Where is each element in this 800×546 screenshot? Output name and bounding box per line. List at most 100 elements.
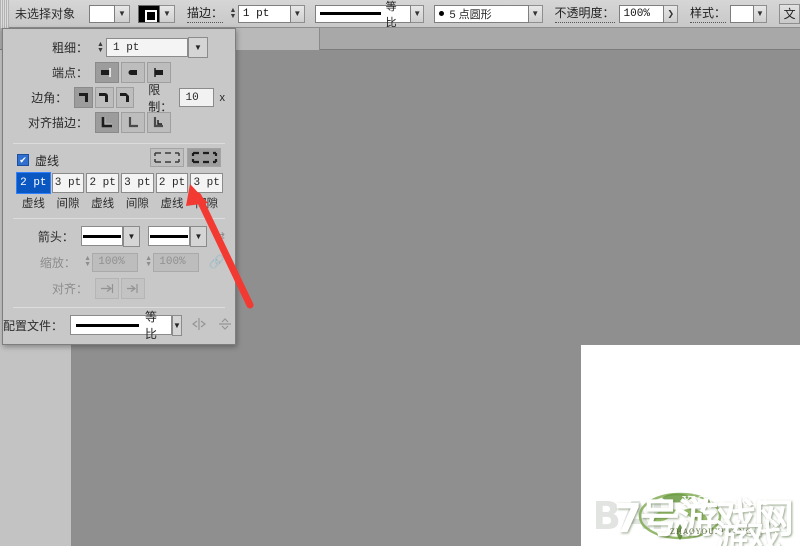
profile-chevron-down-icon[interactable]: ▼ (172, 314, 182, 336)
dash-caption-4: 间隙 (125, 198, 149, 210)
dashed-checkbox[interactable]: ✔ (17, 154, 29, 166)
stroke-weight-stepper-panel[interactable]: ▲ ▼ (95, 39, 106, 57)
stroke-weight-chevron-down-icon[interactable]: ▼ (291, 4, 305, 23)
dash-field-1[interactable]: 2 pt (16, 172, 51, 194)
dashed-label: 虚线 (35, 153, 60, 168)
profile-value: 等比 (145, 310, 158, 341)
align-inside-button[interactable] (121, 112, 145, 133)
dash-caption-6: 间隙 (195, 198, 219, 210)
align-stroke-row: 对齐描边： (3, 110, 235, 135)
panel-divider-3 (13, 307, 225, 308)
arrow-end-chevron-down-icon[interactable]: ▼ (189, 225, 207, 247)
dash-adjust-corners-icon (191, 151, 218, 164)
projecting-cap-icon (154, 68, 163, 77)
scale-label: 缩放： (39, 255, 76, 270)
brush-profile-chevron-down-icon[interactable]: ▼ (410, 4, 425, 23)
miter-limit-input[interactable]: 10 (179, 88, 215, 107)
scale-row: 缩放： ▲ ▼ 100% ▲ ▼ 100% 🔗 (3, 249, 235, 275)
scale-end-input[interactable]: 100% (153, 252, 199, 272)
align-center-button[interactable] (95, 112, 119, 133)
bevel-join-button[interactable] (115, 87, 135, 108)
text-wrap-button[interactable]: 文 (779, 3, 800, 24)
graphic-style-swatch[interactable] (730, 4, 754, 23)
butt-cap-icon (101, 68, 111, 77)
extend-to-end-icon (101, 283, 114, 293)
stroke-profile-preview-icon (319, 12, 381, 15)
dash-adjust-corners-button[interactable] (187, 148, 221, 167)
stroke-panel: 粗细： ▲ ▼ 1 pt ▼ 端点： 边角： 限制： 10 x 对齐描边： ✔ … (2, 28, 236, 345)
dash-caption-2: 间隙 (56, 198, 80, 210)
extend-to-end-button[interactable] (95, 277, 119, 299)
profile-select[interactable]: 等比 (70, 310, 173, 341)
dash-preserve-exact-icon (154, 152, 180, 163)
scale-start-stepper[interactable]: ▲ ▼ (83, 253, 92, 271)
place-at-end-button[interactable] (121, 277, 145, 299)
align-outside-icon (153, 117, 163, 128)
align-stroke-label: 对齐描边： (27, 116, 88, 130)
scale-start-input[interactable]: 100% (92, 252, 138, 272)
swap-arrows-icon[interactable]: ⇄ (215, 229, 225, 243)
stroke-weight-chevron-down-icon-panel[interactable]: ▼ (188, 37, 208, 58)
miter-join-button[interactable] (74, 87, 93, 108)
illustrator-window: 未选择对象 ▼ ▼ 描边： ▲ ▼ 1 pt ▼ 等比 ▼ 5 点圆形 ▼ 不透明… (0, 0, 800, 546)
dash-field-5[interactable]: 2 pt (155, 173, 189, 193)
flip-vertical-icon[interactable] (217, 317, 233, 334)
align-outside-button[interactable] (147, 112, 171, 133)
stroke-weight-label: 描边： (187, 4, 224, 23)
stroke-color-control[interactable]: ▼ (138, 4, 176, 23)
butt-cap-button[interactable] (95, 62, 119, 83)
stroke-swatch[interactable] (138, 4, 161, 23)
stroke-weight-input-panel[interactable]: 1 pt (106, 38, 188, 57)
dash-field-6[interactable]: 3 pt (190, 173, 224, 193)
cap-row: 端点： (3, 60, 235, 85)
selection-status-label: 未选择对象 (15, 7, 76, 21)
style-chevron-down-icon[interactable]: ▼ (753, 4, 768, 23)
scale-end-stepper[interactable]: ▲ ▼ (144, 253, 153, 271)
link-icon[interactable]: 🔗 (209, 254, 225, 270)
arrow-start-select[interactable] (80, 226, 123, 246)
dash-field-3[interactable]: 2 pt (86, 173, 120, 193)
stroke-weight-stepper[interactable]: ▲ ▼ (228, 5, 238, 23)
miter-limit-unit: x (219, 91, 225, 104)
arrow-end-select[interactable] (147, 226, 190, 246)
stroke-weight-input[interactable]: 1 pt (237, 4, 292, 23)
fill-color-control[interactable]: ▼ (89, 4, 131, 23)
round-cap-button[interactable] (121, 62, 145, 83)
arrows-label: 箭头： (37, 229, 74, 244)
brush-dot-icon (439, 11, 445, 16)
corner-label: 边角： (31, 91, 68, 105)
panel-divider-2 (13, 218, 225, 219)
arrow-start-chevron-down-icon[interactable]: ▼ (122, 225, 140, 247)
profile-preview-icon (76, 323, 140, 327)
bevel-join-icon (119, 93, 129, 102)
dash-field-2[interactable]: 3 pt (51, 173, 85, 193)
place-at-end-icon (127, 283, 138, 293)
dash-preserve-exact-button[interactable] (150, 148, 184, 167)
dash-field-4[interactable]: 3 pt (121, 173, 154, 193)
fill-swatch[interactable] (89, 4, 116, 23)
opacity-input[interactable]: 100% (618, 4, 665, 23)
brush-profile-select: 等比 (314, 1, 411, 29)
control-bar: 未选择对象 ▼ ▼ 描边： ▲ ▼ 1 pt ▼ 等比 ▼ 5 点圆形 ▼ 不透明… (0, 0, 800, 29)
miter-limit-label: 限制： (148, 82, 173, 114)
fill-chevron-down-icon[interactable]: ▼ (115, 4, 131, 23)
dashed-row: ✔ 虚线 (3, 148, 235, 172)
opacity-chevron-right-icon[interactable]: ❯ (664, 4, 679, 23)
stroke-chevron-down-icon[interactable]: ▼ (160, 4, 176, 23)
round-join-icon (99, 93, 109, 102)
flip-horizontal-icon[interactable] (191, 317, 207, 334)
arrows-row: 箭头： ▼ ▼ ⇄ (3, 223, 235, 249)
dash-caption-5: 虚线 (160, 198, 184, 210)
dash-captions-row: 虚线 间隙 虚线 间隙 虚线 间隙 (3, 194, 235, 212)
control-bar-grip[interactable] (0, 0, 9, 28)
style-label: 样式： (690, 4, 727, 23)
profile-label: 配置文件： (3, 318, 64, 333)
round-join-button[interactable] (94, 87, 114, 108)
arrow-align-label: 对齐： (51, 281, 88, 296)
profile-row: 配置文件： 等比 ▼ (3, 310, 235, 341)
miter-join-icon (78, 93, 88, 102)
projecting-cap-button[interactable] (147, 62, 171, 83)
dash-caption-3: 虚线 (91, 198, 115, 210)
brush-definition-chevron-down-icon[interactable]: ▼ (528, 4, 543, 23)
align-inside-icon (128, 117, 138, 128)
